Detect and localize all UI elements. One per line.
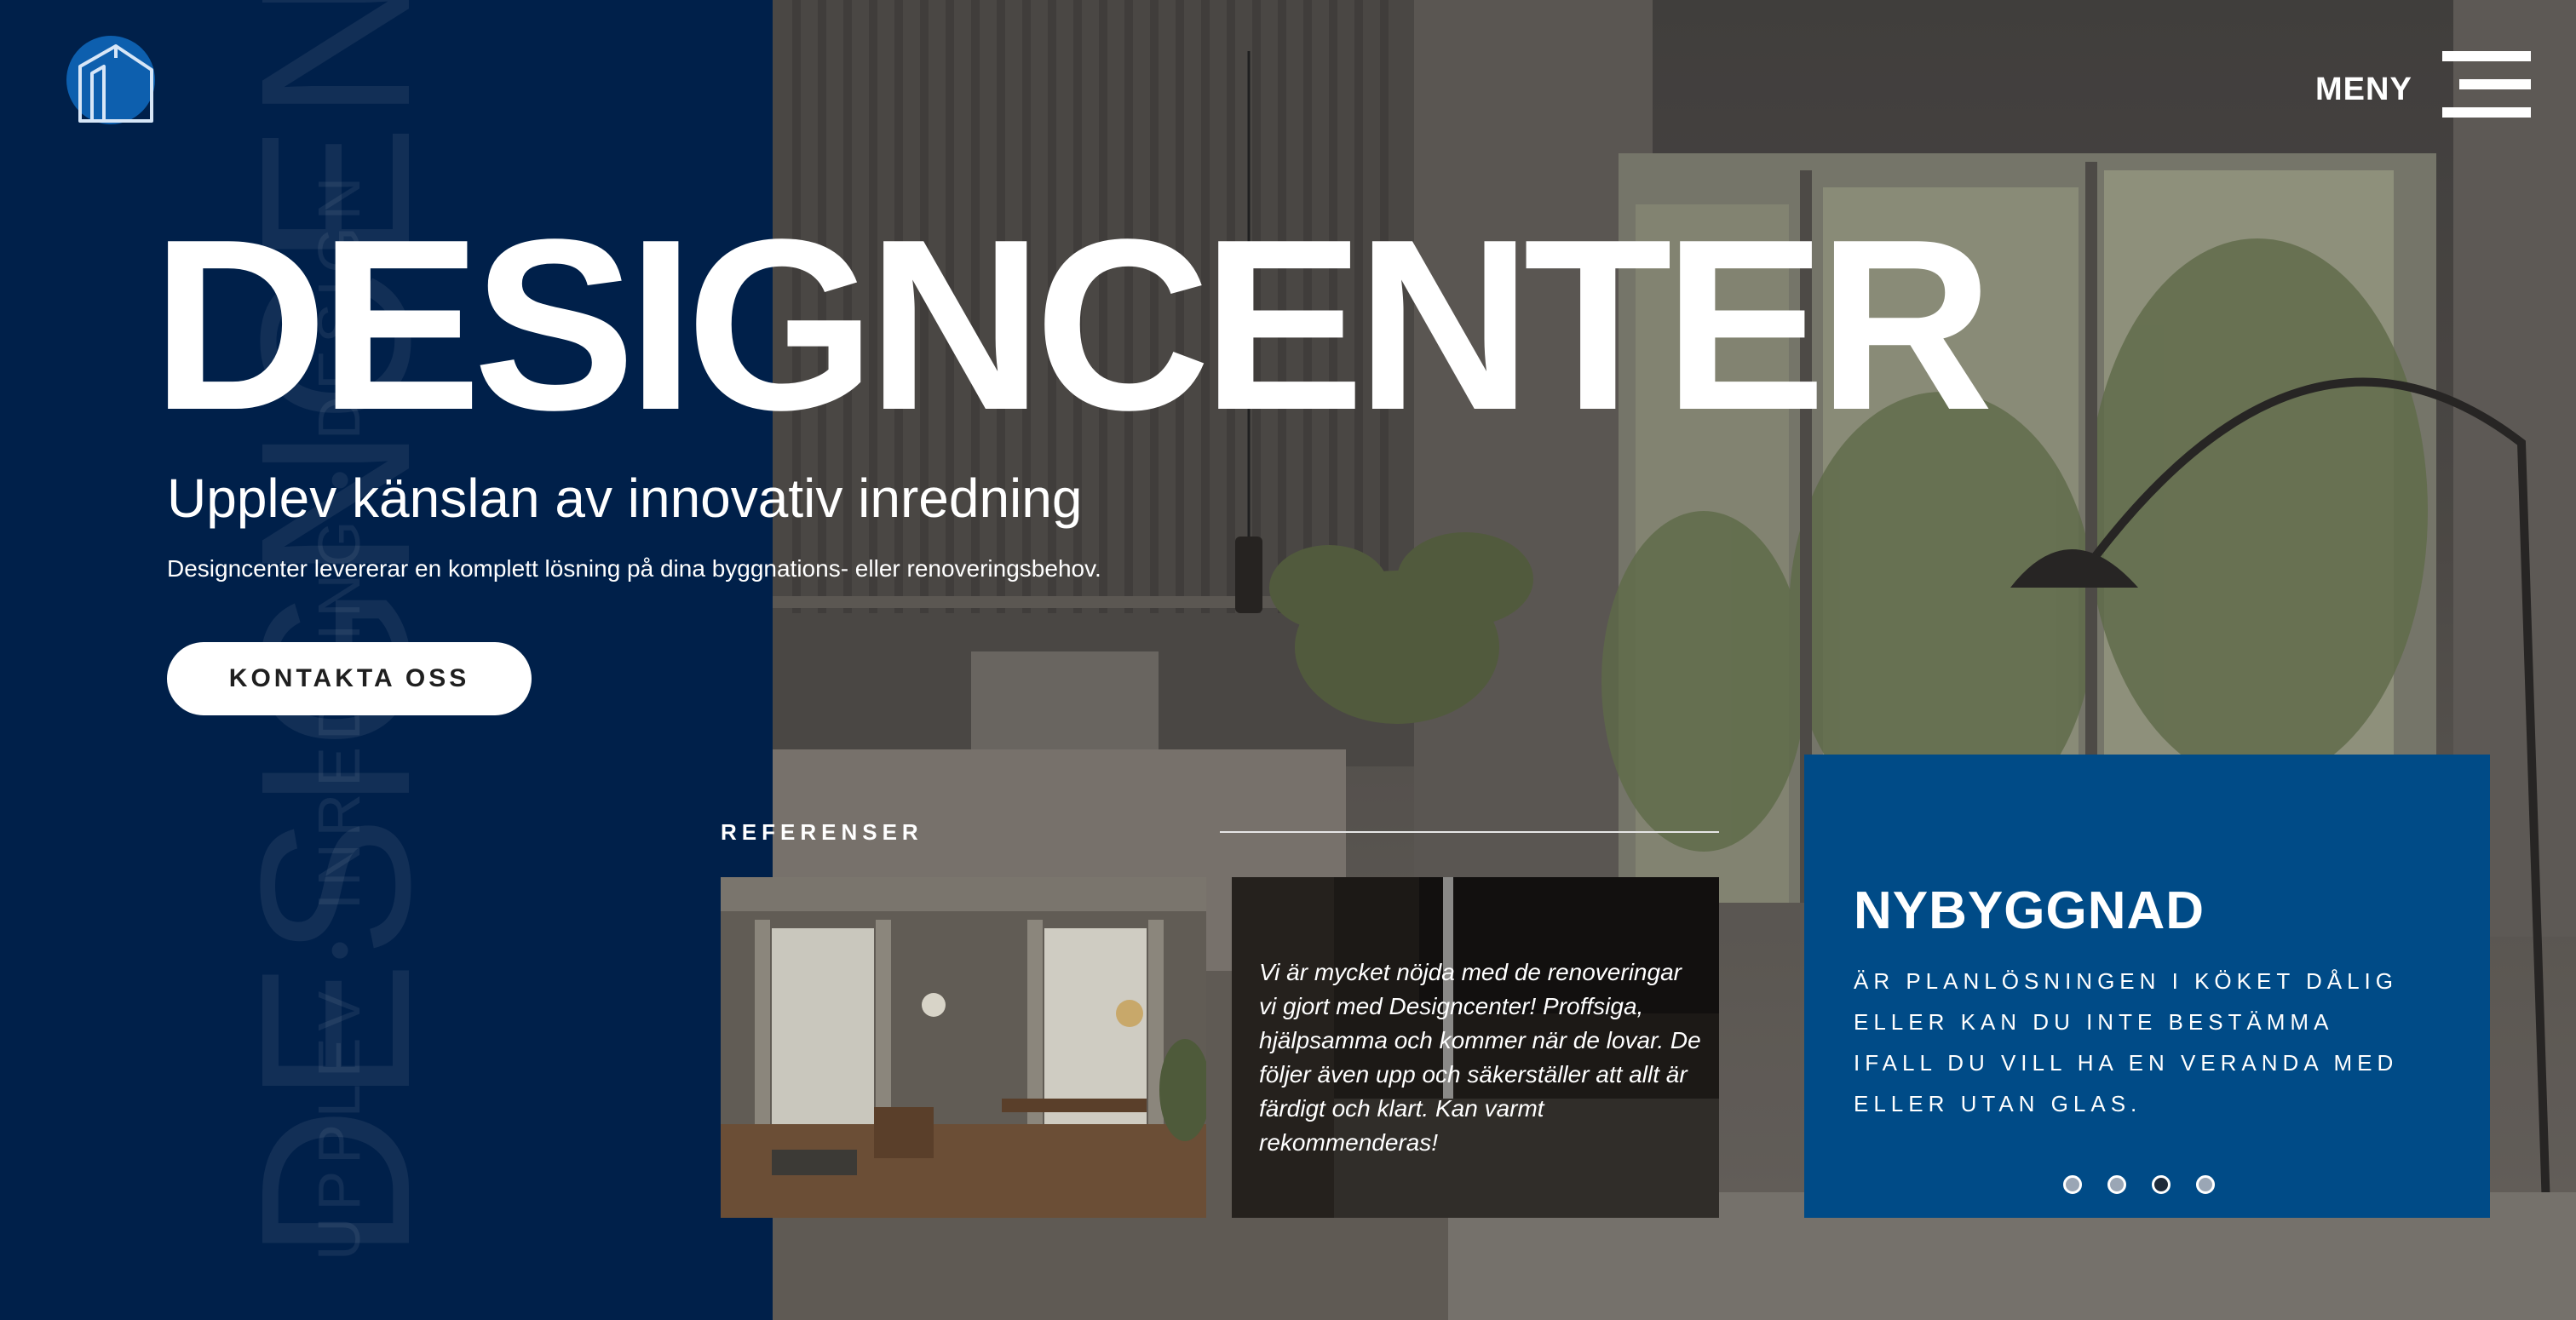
living-room-photo — [721, 877, 1206, 1218]
testimonial-card[interactable]: Vi är mycket nöjda med de renoveringar v… — [1232, 877, 1719, 1218]
carousel-dot[interactable] — [2196, 1175, 2215, 1194]
carousel-pagination — [2063, 1175, 2215, 1201]
hamburger-menu-icon[interactable] — [2442, 51, 2531, 118]
service-title: NYBYGGNAD — [1854, 881, 2205, 940]
reference-image-card[interactable] — [721, 877, 1206, 1218]
carousel-dot[interactable] — [2107, 1175, 2126, 1194]
service-info-card: NYBYGGNAD Är planlösningen i köket dålig… — [1804, 755, 2490, 1218]
house-logo-icon[interactable] — [66, 36, 162, 131]
hero-description: Designcenter levererar en komplett lösni… — [167, 555, 1101, 582]
menu-label[interactable]: MENY — [2315, 72, 2412, 108]
testimonial-quote: Vi är mycket nöjda med de renoveringar v… — [1259, 959, 1701, 1156]
hero-title: DESIGNCENTER — [152, 188, 1993, 461]
references-divider — [1220, 831, 1719, 833]
carousel-dot-active[interactable] — [2152, 1175, 2171, 1194]
carousel-dot[interactable] — [2063, 1175, 2082, 1194]
references-label: REFERENSER — [721, 819, 923, 845]
contact-us-button[interactable]: KONTAKTA OSS — [167, 642, 532, 715]
hero-subtitle: Upplev känslan av innovativ inredning — [167, 468, 1083, 529]
service-description: Är planlösningen i köket dålig eller kan… — [1854, 968, 2399, 1116]
